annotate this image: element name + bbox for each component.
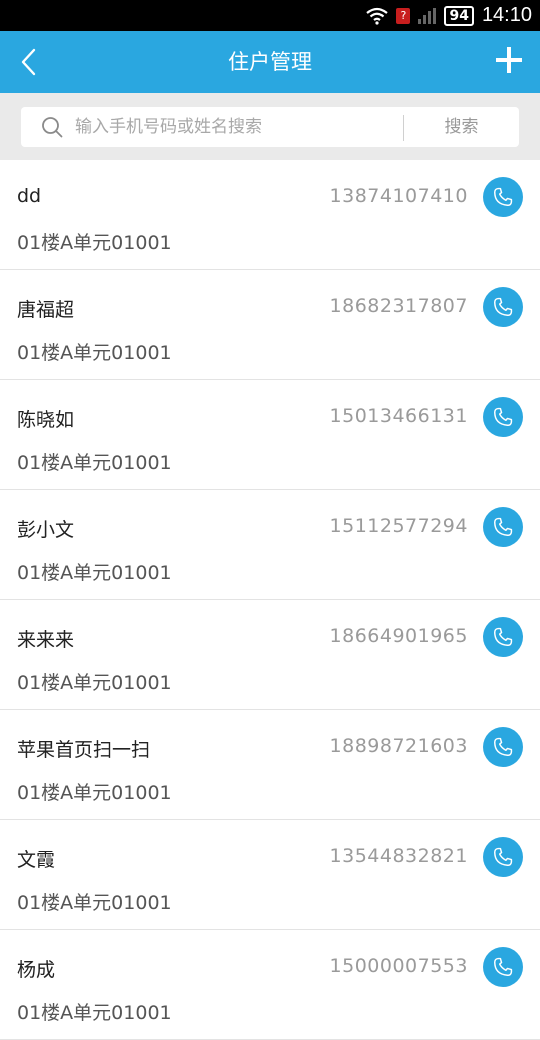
resident-address: 01楼A单元01001 (17, 782, 172, 804)
resident-address: 01楼A单元01001 (17, 892, 172, 914)
call-button[interactable] (483, 507, 523, 547)
resident-list: dd 13874107410 01楼A单元01001 唐福超 186823178… (0, 160, 540, 1040)
search-bar: 搜索 (0, 93, 540, 160)
resident-name: 彭小文 (17, 519, 75, 541)
phone-icon (494, 957, 513, 976)
sim-warning-icon: ? (396, 7, 411, 24)
resident-address: 01楼A单元01001 (17, 1002, 172, 1024)
app-header: 住户管理 (0, 31, 540, 93)
add-resident-button[interactable] (494, 45, 524, 75)
search-button[interactable]: 搜索 (404, 107, 519, 147)
resident-name: 苹果首页扫一扫 (17, 739, 151, 761)
resident-row[interactable]: 彭小文 15112577294 01楼A单元01001 (0, 490, 540, 600)
call-button[interactable] (483, 177, 523, 217)
resident-row[interactable]: 来来来 18664901965 01楼A单元01001 (0, 600, 540, 710)
phone-icon (494, 517, 513, 536)
resident-address: 01楼A单元01001 (17, 232, 172, 254)
call-button[interactable] (483, 397, 523, 437)
resident-row[interactable]: dd 13874107410 01楼A单元01001 (0, 160, 540, 270)
battery-indicator: 94 (444, 5, 474, 26)
call-button[interactable] (483, 287, 523, 327)
resident-name: 来来来 (17, 629, 75, 651)
resident-name: 杨成 (17, 959, 56, 981)
resident-name: 唐福超 (17, 299, 75, 321)
resident-address: 01楼A单元01001 (17, 342, 172, 364)
page-title: 住户管理 (228, 50, 312, 74)
phone-icon (494, 847, 513, 866)
plus-icon (496, 47, 522, 73)
resident-row[interactable]: 唐福超 18682317807 01楼A单元01001 (0, 270, 540, 380)
status-time: 14:10 (481, 4, 532, 26)
resident-phone: 13544832821 (329, 845, 468, 867)
search-input[interactable] (75, 107, 395, 147)
resident-phone: 15013466131 (329, 405, 468, 427)
resident-phone: 18682317807 (329, 295, 468, 317)
status-bar: ? 94 14:10 (0, 0, 540, 31)
phone-icon (494, 187, 513, 206)
search-box: 搜索 (21, 107, 519, 147)
resident-name: 陈晓如 (17, 409, 75, 431)
call-button[interactable] (483, 837, 523, 877)
call-button[interactable] (483, 727, 523, 767)
resident-row[interactable]: 文霞 13544832821 01楼A单元01001 (0, 820, 540, 930)
resident-address: 01楼A单元01001 (17, 452, 172, 474)
call-button[interactable] (483, 947, 523, 987)
resident-row[interactable]: 苹果首页扫一扫 18898721603 01楼A单元01001 (0, 710, 540, 820)
signal-icon (418, 7, 437, 24)
resident-phone: 13874107410 (329, 185, 468, 207)
status-icons: ? 94 14:10 (366, 0, 532, 31)
phone-icon (494, 297, 513, 316)
phone-icon (494, 627, 513, 646)
search-icon (42, 117, 63, 138)
resident-address: 01楼A单元01001 (17, 562, 172, 584)
resident-name: dd (17, 185, 42, 207)
phone-icon (494, 737, 513, 756)
resident-phone: 18664901965 (329, 625, 468, 647)
resident-phone: 15000007553 (329, 955, 468, 977)
wifi-icon (366, 7, 389, 25)
resident-address: 01楼A单元01001 (17, 672, 172, 694)
resident-name: 文霞 (17, 849, 56, 871)
call-button[interactable] (483, 617, 523, 657)
resident-phone: 18898721603 (329, 735, 468, 757)
resident-phone: 15112577294 (329, 515, 468, 537)
phone-icon (494, 407, 513, 426)
resident-row[interactable]: 杨成 15000007553 01楼A单元01001 (0, 930, 540, 1040)
resident-row[interactable]: 陈晓如 15013466131 01楼A单元01001 (0, 380, 540, 490)
